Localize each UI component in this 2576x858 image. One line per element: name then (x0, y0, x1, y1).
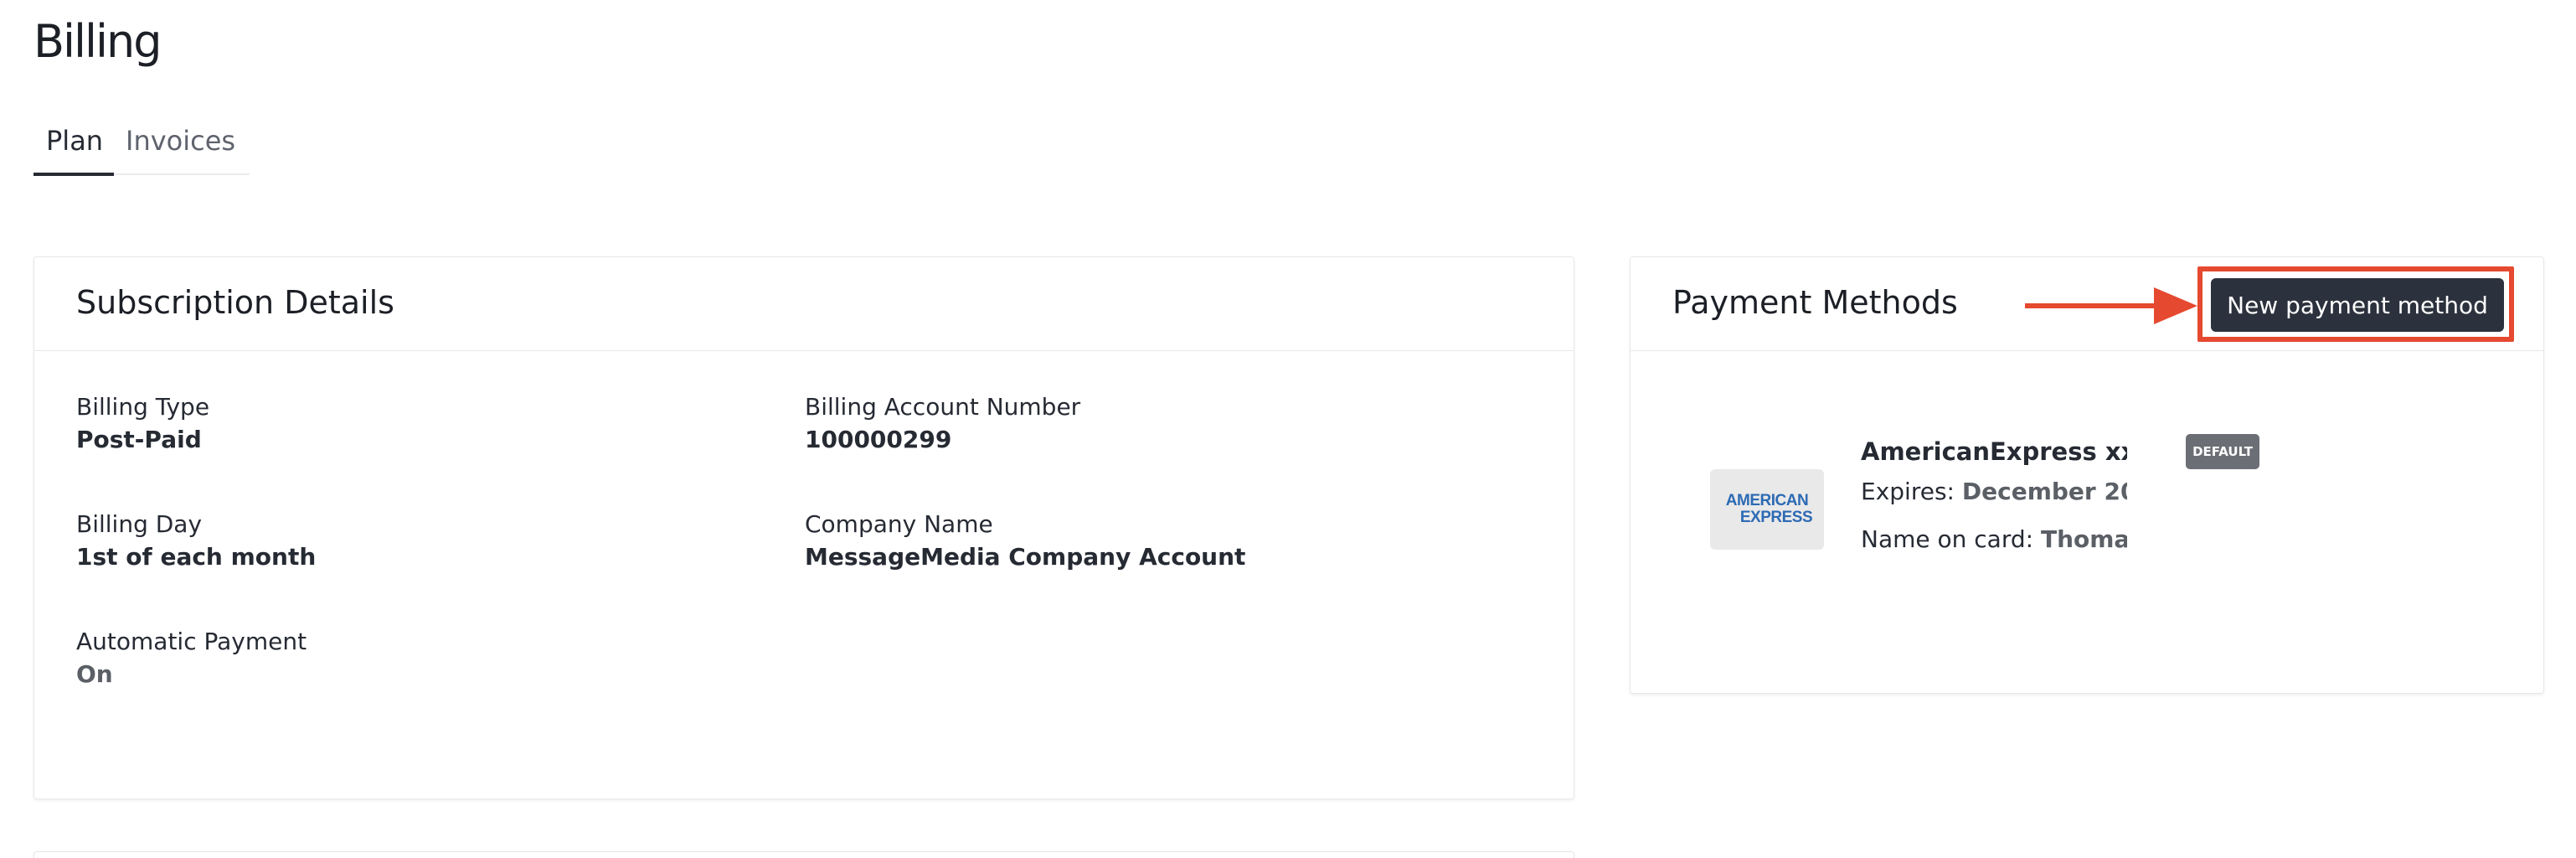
amex-logo-line1: AMERICAN (1725, 492, 1809, 509)
card-holder: Name on card: Thomas (1861, 525, 2127, 553)
company-name-value: MessageMedia Company Account (805, 543, 1246, 571)
company-name-label: Company Name (805, 510, 993, 538)
billing-day-label: Billing Day (76, 510, 203, 538)
automatic-payment-value: On (76, 660, 113, 688)
card-holder-label: Name on card: (1861, 525, 2034, 553)
billing-day-value: 1st of each month (76, 543, 317, 571)
billing-type-value: Post-Paid (76, 426, 202, 453)
billing-page: Billing Plan Invoices Subscription Detai… (0, 0, 2576, 858)
billing-account-number-value: 100000299 (805, 426, 952, 453)
card-expiry-value: December 20 (1961, 478, 2127, 505)
card-expiry-label: Expires: (1861, 478, 1955, 505)
automatic-payment-label: Automatic Payment (76, 628, 307, 655)
amex-logo-line2: EXPRESS (1739, 509, 1813, 526)
new-payment-method-button[interactable]: New payment method (2211, 278, 2504, 332)
card-name: AmericanExpress xxxx (1861, 437, 2127, 466)
next-card-edge (33, 851, 1574, 858)
billing-tabs: Plan Invoices (33, 121, 250, 176)
amex-logo: AMERICAN EXPRESS (1710, 469, 1824, 550)
automatic-payment-field: Automatic Payment On (76, 628, 307, 688)
card-expiry: Expires: December 20 (1861, 478, 2127, 505)
arrow-right-icon (2025, 287, 2197, 324)
billing-type-field: Billing Type Post-Paid (76, 393, 209, 453)
billing-account-number-label: Billing Account Number (805, 393, 1081, 421)
card-holder-value: Thomas (2040, 525, 2127, 553)
payment-method-item: AmericanExpress xxxx Expires: December 2… (1861, 437, 2127, 553)
billing-day-field: Billing Day 1st of each month (76, 510, 316, 571)
tab-invoices[interactable]: Invoices (126, 125, 235, 157)
billing-type-label: Billing Type (76, 393, 210, 421)
active-tab-indicator (33, 173, 114, 176)
subscription-details-title: Subscription Details (76, 284, 394, 321)
payment-methods-title: Payment Methods (1672, 284, 1958, 321)
company-name-field: Company Name MessageMedia Company Accoun… (805, 510, 1245, 571)
subscription-details-card: Subscription Details Billing Type Post-P… (33, 256, 1574, 799)
page-title: Billing (33, 15, 162, 68)
default-badge: DEFAULT (2186, 434, 2259, 469)
subscription-details-header: Subscription Details (34, 257, 1574, 351)
tab-plan[interactable]: Plan (46, 125, 103, 157)
billing-account-number-field: Billing Account Number 100000299 (805, 393, 1080, 453)
